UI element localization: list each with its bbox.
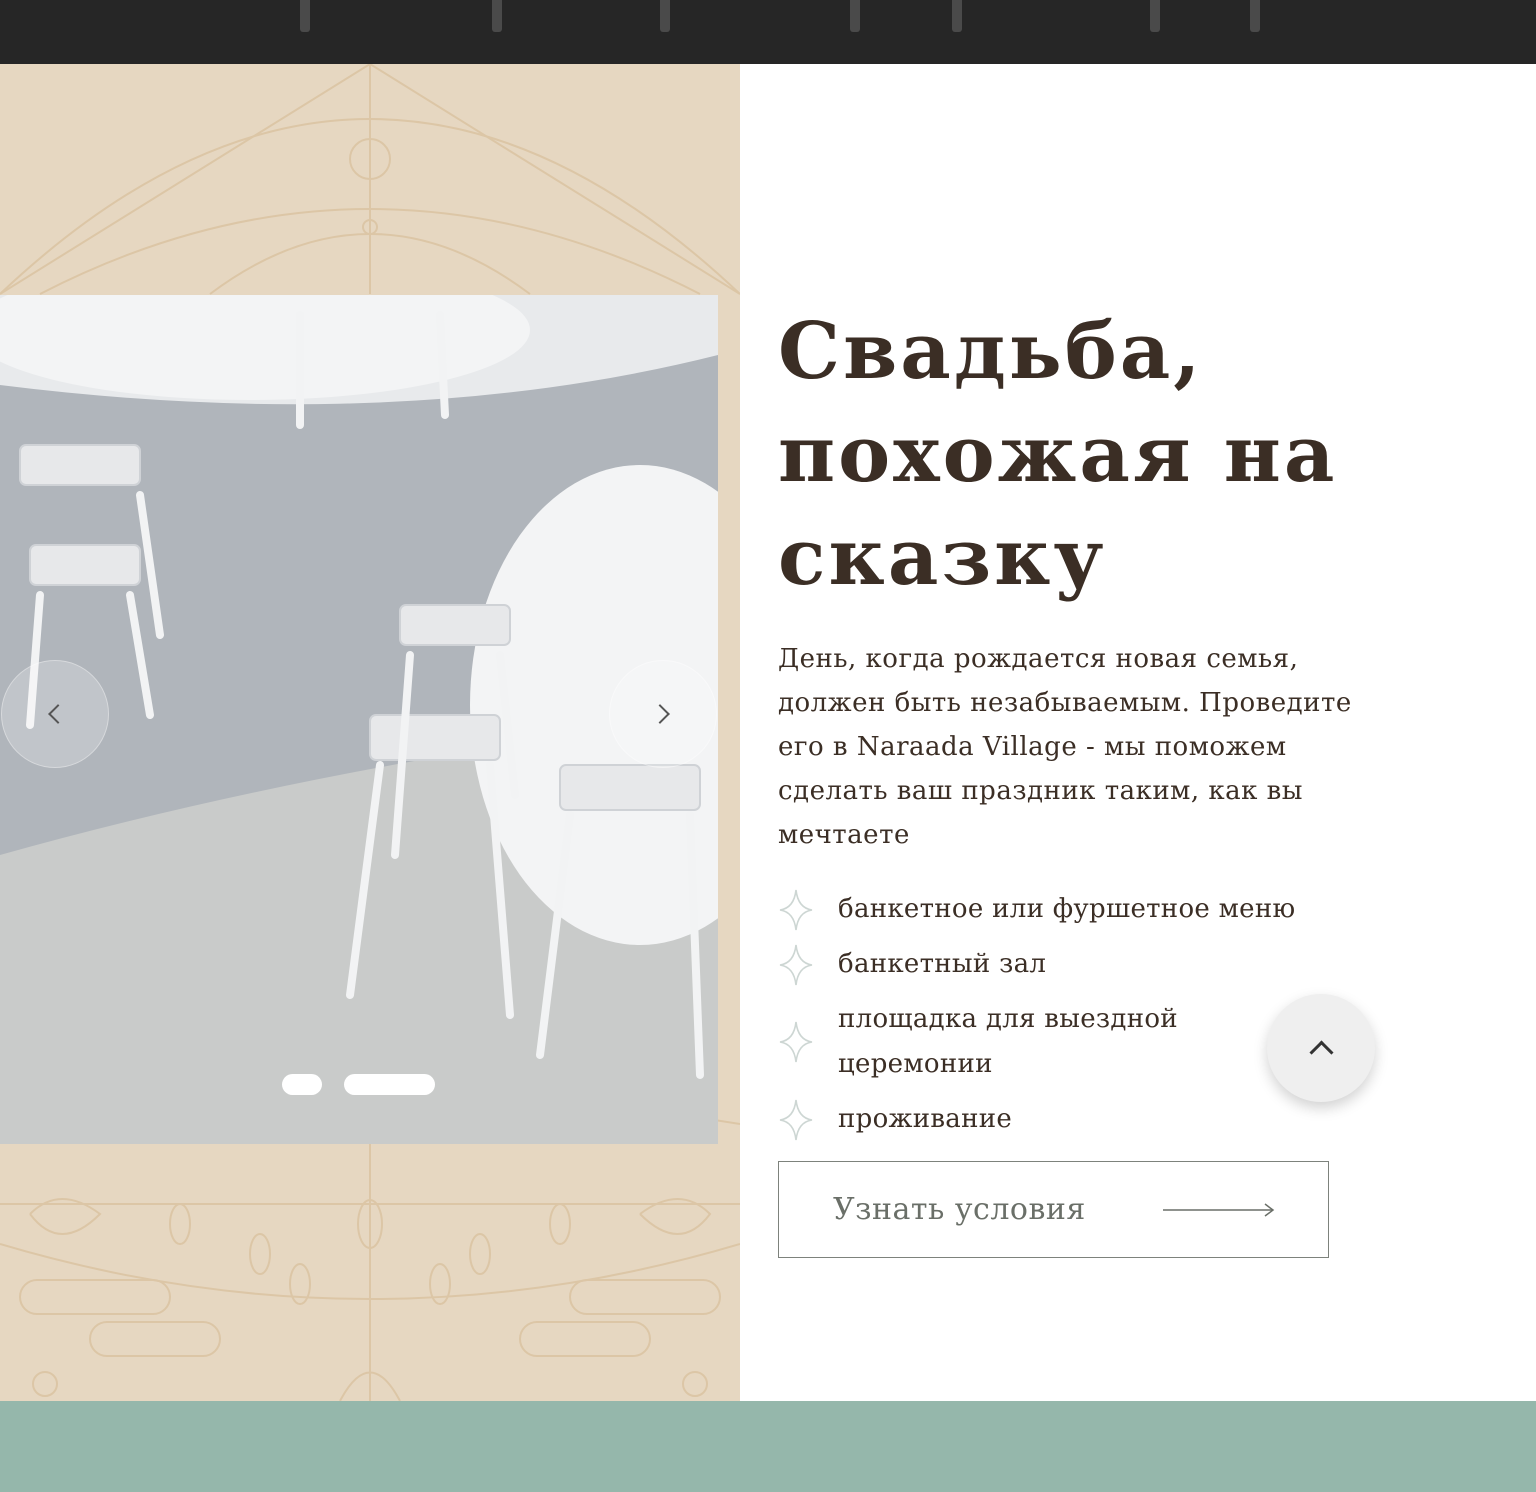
cta-label: Узнать условия [833, 1192, 1086, 1227]
chevron-up-icon [1308, 1039, 1334, 1065]
feature-item: банкетный зал [778, 942, 1378, 987]
slider-pagination [282, 1074, 435, 1096]
feature-item: проживание [778, 1097, 1378, 1142]
feature-text: банкетный зал [838, 949, 1047, 979]
sparkle-icon [779, 889, 813, 930]
next-section-band [0, 1401, 1536, 1492]
learn-conditions-button[interactable]: Узнать условия [778, 1161, 1329, 1258]
chevron-left-icon [48, 704, 68, 724]
feature-item: банкетное или фуршетное меню [778, 887, 1378, 932]
lead-paragraph: День, когда рождается новая семья, долже… [778, 644, 1352, 850]
scroll-to-top-button[interactable] [1267, 994, 1375, 1102]
chevron-right-icon [650, 704, 670, 724]
title-line-3: сказку [778, 512, 1107, 603]
sparkle-icon [779, 1021, 813, 1063]
title-line-1: Свадьба, [778, 306, 1204, 397]
venue-photo-slider[interactable] [0, 295, 718, 1144]
page-title: Свадьба, похожая на сказку [778, 300, 1418, 609]
decorative-pattern-panel [0, 64, 740, 1401]
title-line-2: похожая на [778, 409, 1338, 500]
previous-section-photo-strip [0, 0, 1536, 64]
sparkle-icon [779, 944, 813, 985]
slider-prev-button[interactable] [1, 660, 109, 768]
arrow-right-icon [1163, 1203, 1275, 1217]
slider-next-button[interactable] [609, 660, 717, 768]
slider-dot-2-active[interactable] [344, 1074, 435, 1095]
feature-text: банкетное или фуршетное меню [838, 894, 1296, 924]
feature-text: проживание [838, 1104, 1013, 1134]
slider-dot-1[interactable] [282, 1074, 322, 1095]
feature-text: площадка для выездной церемонии [838, 1004, 1178, 1079]
sparkle-icon [779, 1099, 813, 1140]
